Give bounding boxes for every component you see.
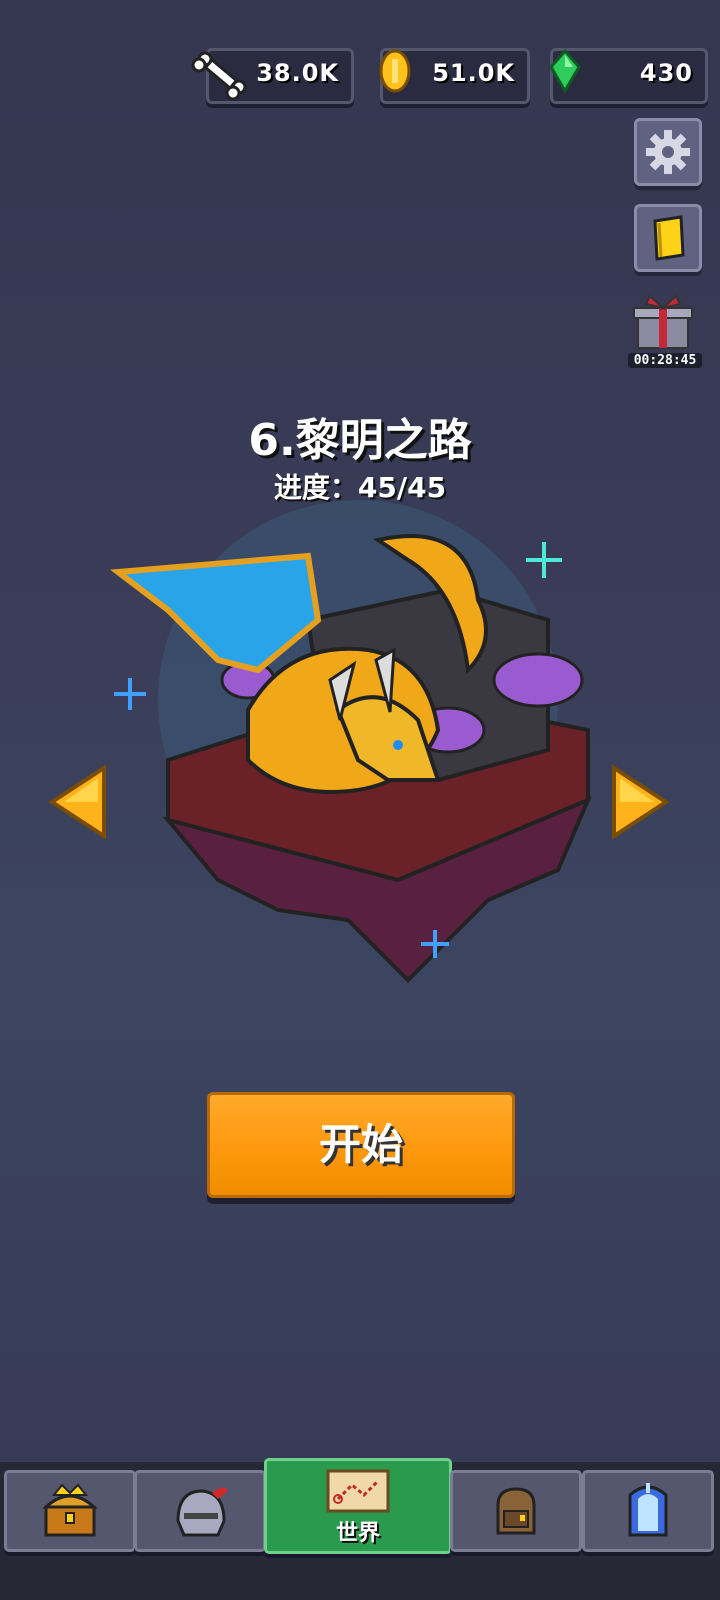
tab-portal[interactable] [582,1470,714,1552]
book-button[interactable] [634,204,702,272]
coin-amount: 51.0K [432,59,515,87]
bone-counter: 38.0K [191,48,354,104]
start-button[interactable]: 开始 [207,1092,515,1198]
backpack-icon [496,1487,536,1535]
bone-icon [191,51,247,101]
gift-box[interactable]: 00:28:45 [628,294,702,368]
bottom-navigation: 世界 [0,1458,720,1600]
gear-icon [646,130,690,174]
coin-icon [379,49,411,93]
tab-equipment[interactable] [134,1470,266,1552]
crystal-portal-icon [628,1483,668,1537]
world-map-icon [326,1469,390,1513]
gift-icon [633,294,693,349]
next-stage-arrow[interactable] [608,762,672,842]
tab-inventory[interactable] [450,1470,582,1552]
bone-amount: 38.0K [256,59,339,87]
tab-label: 世界 [335,1521,380,1546]
knight-helmet-icon [176,1487,228,1537]
settings-button[interactable] [634,118,702,186]
book-icon [653,215,685,261]
coin-counter: 51.0K [379,48,530,104]
previous-stage-arrow[interactable] [46,762,110,842]
gem-amount: 430 [639,59,693,87]
gift-timer: 00:28:45 [628,353,702,368]
stage-title: 6.黎明之路 [248,415,472,466]
tab-world[interactable]: 世界 [264,1458,452,1554]
tab-treasure[interactable] [4,1470,136,1552]
dragon-island-illustration [109,500,592,983]
treasure-chest-icon [42,1483,98,1537]
gem-counter: 430 [549,48,708,104]
gem-icon [549,48,581,94]
